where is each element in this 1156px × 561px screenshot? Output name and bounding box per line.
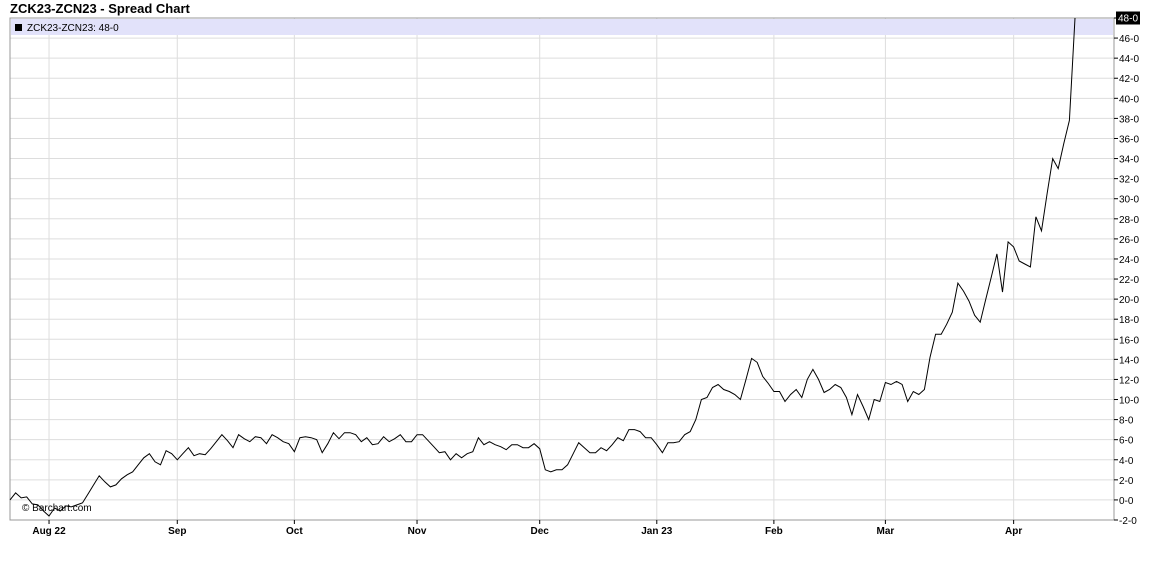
last-value-label: 48-0 (1118, 14, 1138, 25)
grid (10, 17, 1114, 521)
x-axis: Aug 22 Sep Oct Nov Dec Jan 23 Feb Mar Apr (32, 520, 1022, 537)
y-tick-label: 14-0 (1119, 355, 1139, 366)
y-tick-label: 36-0 (1119, 134, 1139, 145)
plot-frame (9, 17, 1115, 521)
y-tick-label: 38-0 (1119, 114, 1139, 125)
y-tick-label: 42-0 (1119, 74, 1139, 85)
y-tick-label: 8-0 (1119, 416, 1134, 427)
x-tick-label: Mar (876, 526, 894, 537)
y-tick-label: 32-0 (1119, 175, 1139, 186)
x-tick-label: Dec (531, 526, 550, 537)
y-tick-label: 10-0 (1119, 396, 1139, 407)
x-tick-label: Oct (286, 526, 303, 537)
y-tick-label: -2-0 (1119, 516, 1137, 527)
series-line (9, 17, 1076, 517)
y-tick-label: 2-0 (1119, 476, 1134, 487)
y-tick-label: 44-0 (1119, 54, 1139, 65)
credit-text: © Barchart.com (22, 503, 92, 514)
y-tick-label: 34-0 (1119, 155, 1139, 166)
y-tick-label: 26-0 (1119, 235, 1139, 246)
x-tick-label: Nov (408, 526, 427, 537)
y-tick-label: 16-0 (1119, 335, 1139, 346)
legend: ZCK23-ZCN23: 48-0 (11, 19, 1113, 35)
x-tick-label: Apr (1005, 526, 1022, 537)
legend-band (11, 19, 1113, 35)
x-tick-label: Jan 23 (641, 526, 673, 537)
y-tick-label: 30-0 (1119, 195, 1139, 206)
y-tick-label: 12-0 (1119, 375, 1139, 386)
legend-label: ZCK23-ZCN23: 48-0 (27, 23, 119, 34)
y-tick-label: 4-0 (1119, 456, 1134, 467)
y-tick-label: 0-0 (1119, 496, 1134, 507)
y-tick-label: 22-0 (1119, 275, 1139, 286)
x-tick-label: Aug 22 (32, 526, 66, 537)
y-tick-label: 46-0 (1119, 34, 1139, 45)
y-tick-label: 18-0 (1119, 315, 1139, 326)
y-tick-label: 20-0 (1119, 295, 1139, 306)
legend-swatch (15, 24, 22, 31)
y-tick-label: 28-0 (1119, 215, 1139, 226)
last-value-badge: 48-0 (1116, 11, 1140, 25)
y-tick-label: 40-0 (1119, 94, 1139, 105)
y-tick-label: 24-0 (1119, 255, 1139, 266)
spread-chart: ZCK23-ZCN23: 48-0 -2-0 0-0 2-0 4-0 6-0 8-0 10-… (9, 11, 1140, 537)
y-tick-label: 6-0 (1119, 436, 1134, 447)
x-tick-label: Sep (168, 526, 186, 537)
y-axis: -2-0 0-0 2-0 4-0 6-0 8-0 10-0 12-0 14-0 16-0 18-0 2… (1114, 17, 1139, 527)
x-tick-label: Feb (765, 526, 783, 537)
